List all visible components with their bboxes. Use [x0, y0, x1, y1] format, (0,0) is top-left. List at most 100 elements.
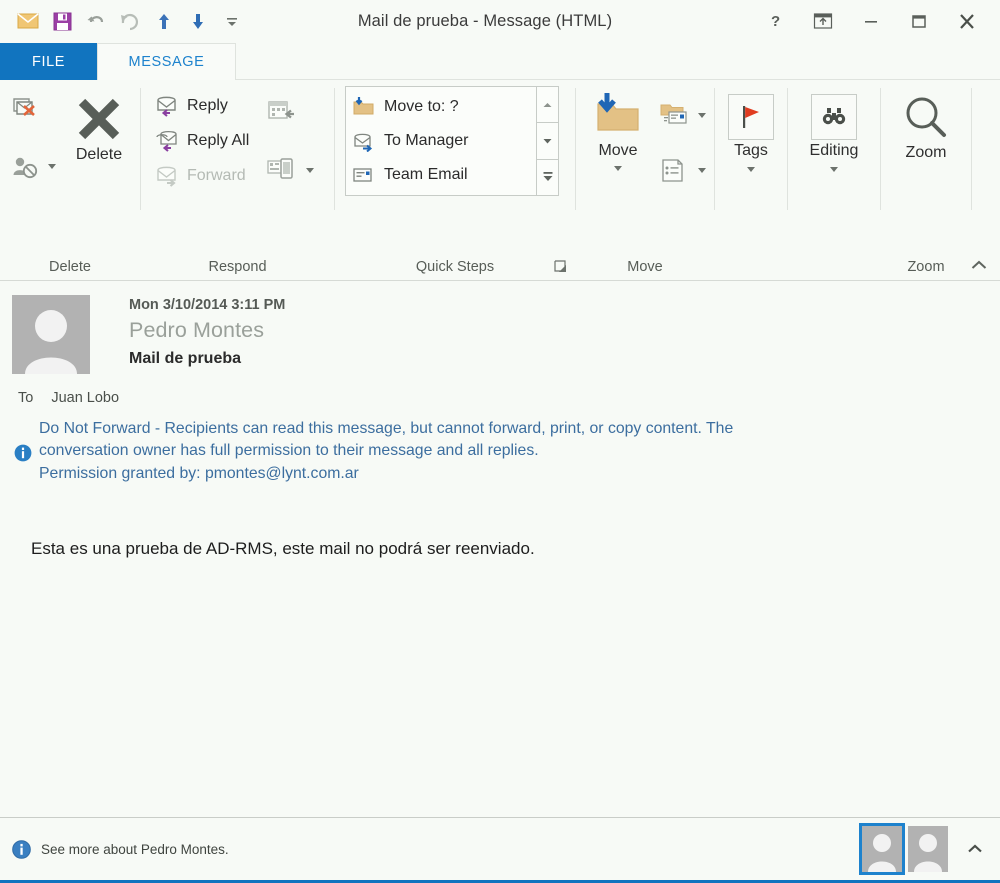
customize-quick-access-toolbar-icon[interactable]: [216, 6, 248, 36]
message-header: Mon 3/10/2014 3:11 PM Pedro Montes Mail …: [0, 281, 1000, 374]
undo-icon[interactable]: [80, 6, 112, 36]
editing-dropdown-caret[interactable]: [829, 167, 838, 172]
quick-steps-more-button[interactable]: [537, 159, 558, 195]
junk-button[interactable]: [6, 149, 61, 184]
people-pane-thumbnail-selected[interactable]: [859, 823, 905, 875]
ribbon-group-zoom-label: Zoom: [907, 258, 945, 275]
sender-avatar[interactable]: [12, 295, 90, 374]
junk-dropdown-caret[interactable]: [48, 164, 56, 169]
ribbon-display-options-button[interactable]: [800, 5, 846, 37]
reply-all-icon: [154, 129, 180, 153]
envelope-icon[interactable]: [12, 6, 44, 36]
reply-all-button[interactable]: Reply All: [149, 123, 254, 158]
onenote-dropdown-caret[interactable]: [698, 168, 706, 173]
move-folder-icon: [590, 90, 646, 140]
more-respond-button[interactable]: [262, 153, 319, 188]
ribbon-group-move: Move Move: [576, 80, 714, 280]
title-bar: Mail de prueba - Message (HTML) ?: [0, 0, 1000, 42]
next-item-icon[interactable]: [182, 6, 214, 36]
im-more-icon: [267, 157, 299, 185]
tags-dropdown-caret[interactable]: [747, 167, 755, 172]
quick-steps-scroll-up-button[interactable]: [537, 87, 558, 124]
ribbon-group-editing-label: [788, 253, 880, 280]
rules-button[interactable]: [654, 98, 711, 133]
tags-flag-icon: [728, 94, 774, 140]
quick-steps-dialog-launcher[interactable]: [553, 259, 569, 275]
magnifier-icon: [902, 94, 950, 142]
move-to-folder-icon: [352, 96, 376, 118]
window-title: Mail de prueba - Message (HTML): [357, 11, 613, 30]
junk-person-block-icon: [11, 154, 41, 180]
move-button[interactable]: Move: [584, 84, 652, 175]
move-dropdown-caret[interactable]: [614, 166, 622, 171]
tab-message[interactable]: MESSAGE: [97, 43, 236, 80]
maximize-button[interactable]: [896, 5, 942, 37]
quick-steps-gallery: Move to: ? To Manager Team Email: [345, 86, 559, 196]
outlook-message-window: Mail de prueba - Message (HTML) ? FILE M…: [0, 0, 1000, 883]
forward-label: Forward: [187, 166, 246, 184]
to-manager-icon: [352, 130, 376, 152]
meeting-button[interactable]: [262, 96, 319, 131]
message-sender[interactable]: Pedro Montes: [129, 318, 285, 343]
tags-button[interactable]: Tags: [722, 90, 780, 176]
ribbon: Delete Delete Reply Reply All Forward Re…: [0, 80, 1000, 281]
to-recipient[interactable]: Juan Lobo: [51, 390, 119, 406]
people-pane-summary[interactable]: See more about Pedro Montes.: [12, 839, 229, 859]
rules-icon: [659, 102, 691, 130]
onenote-button[interactable]: [654, 153, 711, 188]
window-controls: ?: [752, 5, 1000, 37]
reply-button[interactable]: Reply: [149, 88, 254, 123]
rules-dropdown-caret[interactable]: [698, 113, 706, 118]
message-body: Esta es una prueba de AD-RMS, este mail …: [31, 539, 535, 559]
ribbon-group-respond: Reply Reply All Forward Respond: [141, 80, 334, 280]
reply-label: Reply: [187, 96, 228, 114]
people-pane-thumbnail[interactable]: [908, 826, 948, 872]
ribbon-group-editing: Editing: [788, 80, 880, 280]
quick-step-team-email[interactable]: Team Email: [348, 158, 534, 192]
ribbon-tab-strip: FILE MESSAGE: [0, 42, 1000, 80]
onenote-icon: [659, 157, 691, 185]
ribbon-group-quick-steps-label: Quick Steps: [415, 258, 495, 275]
collapse-ribbon-button[interactable]: [966, 253, 992, 277]
zoom-label: Zoom: [905, 144, 947, 161]
svg-text:?: ?: [771, 13, 780, 30]
save-icon[interactable]: [46, 6, 78, 36]
permission-text: Do Not Forward - Recipients can read thi…: [39, 418, 733, 485]
message-subject: Mail de prueba: [129, 350, 242, 367]
ribbon-group-move-label: Move: [627, 258, 663, 275]
editing-button[interactable]: Editing: [804, 90, 865, 176]
quick-step-move-to[interactable]: Move to: ?: [348, 90, 534, 124]
ribbon-group-tags: Tags: [715, 80, 787, 280]
quick-steps-scroll-down-button[interactable]: [537, 123, 558, 160]
binoculars-icon: [810, 94, 857, 140]
quick-step-to-manager[interactable]: To Manager: [348, 124, 534, 158]
team-email-icon: [352, 164, 376, 186]
minimize-button[interactable]: [848, 5, 894, 37]
permission-banner[interactable]: Do Not Forward - Recipients can read thi…: [0, 406, 1000, 485]
ribbon-group-tags-label: [715, 253, 787, 280]
previous-item-icon[interactable]: [148, 6, 180, 36]
message-date: Mon 3/10/2014 3:11 PM: [129, 297, 286, 313]
delete-x-icon: [73, 94, 125, 144]
reply-all-label: Reply All: [187, 131, 250, 149]
info-icon: [12, 839, 31, 859]
ignore-button[interactable]: [6, 90, 61, 125]
help-button[interactable]: ?: [752, 5, 798, 37]
delete-button[interactable]: Delete: [67, 90, 131, 168]
people-pane-thumbnails: [859, 823, 988, 875]
permission-line-3: Permission granted by: pmontes@lynt.com.…: [39, 464, 359, 482]
more-respond-caret[interactable]: [306, 168, 315, 173]
quick-steps-scroll-buttons: [536, 87, 558, 195]
forward-button[interactable]: Forward: [149, 158, 254, 193]
tab-file[interactable]: FILE: [0, 43, 97, 80]
redo-icon[interactable]: [114, 6, 146, 36]
zoom-button[interactable]: Zoom: [896, 90, 956, 166]
expand-people-pane-button[interactable]: [962, 836, 988, 862]
permission-line-2: conversation owner has full permission t…: [39, 442, 539, 460]
forward-icon: [154, 164, 180, 188]
ribbon-group-zoom: Zoom Zoom: [881, 80, 971, 280]
status-bar: See more about Pedro Montes.: [0, 817, 1000, 883]
quick-step-move-to-label: Move to: ?: [384, 98, 459, 115]
quick-access-toolbar: [0, 6, 248, 36]
close-button[interactable]: [944, 5, 990, 37]
